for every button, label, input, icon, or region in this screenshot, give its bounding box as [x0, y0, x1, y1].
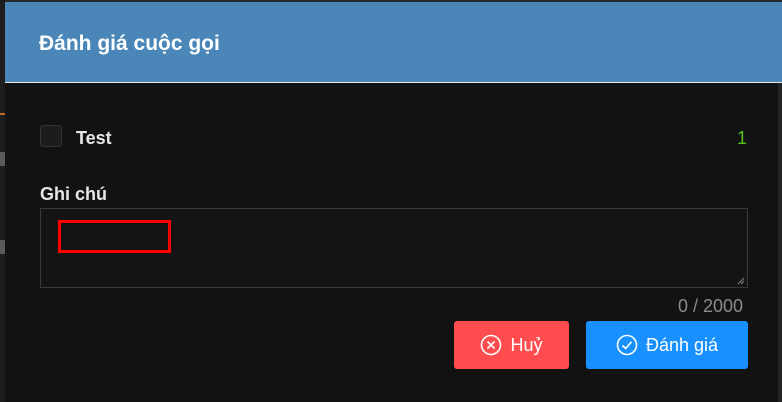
- close-circle-icon: [481, 334, 502, 356]
- submit-button-label: Đánh giá: [645, 334, 719, 355]
- criteria-count: 1: [736, 128, 747, 148]
- resize-grip-icon[interactable]: [737, 277, 745, 285]
- note-label: Ghi chú: [40, 184, 107, 204]
- dialog-edge: [778, 83, 782, 402]
- check-circle-icon: [616, 334, 638, 356]
- submit-rating-button[interactable]: Đánh giá: [586, 321, 748, 369]
- cancel-button-label: Huỷ: [510, 334, 543, 355]
- criteria-checkbox[interactable]: [40, 125, 62, 147]
- rate-call-dialog: Đánh giá cuộc gọi Test 1 Ghi chú 0 / 200…: [5, 2, 782, 402]
- dialog-title: Đánh giá cuộc gọi: [39, 32, 220, 55]
- character-counter: 0 / 2000: [677, 296, 743, 316]
- cancel-button[interactable]: Huỷ: [454, 321, 569, 369]
- dialog-header: Đánh giá cuộc gọi: [5, 2, 782, 83]
- criteria-label[interactable]: Test: [76, 127, 112, 149]
- redaction-box: [58, 220, 171, 253]
- criteria-item: Test 1: [40, 125, 747, 149]
- note-textarea[interactable]: [40, 208, 748, 288]
